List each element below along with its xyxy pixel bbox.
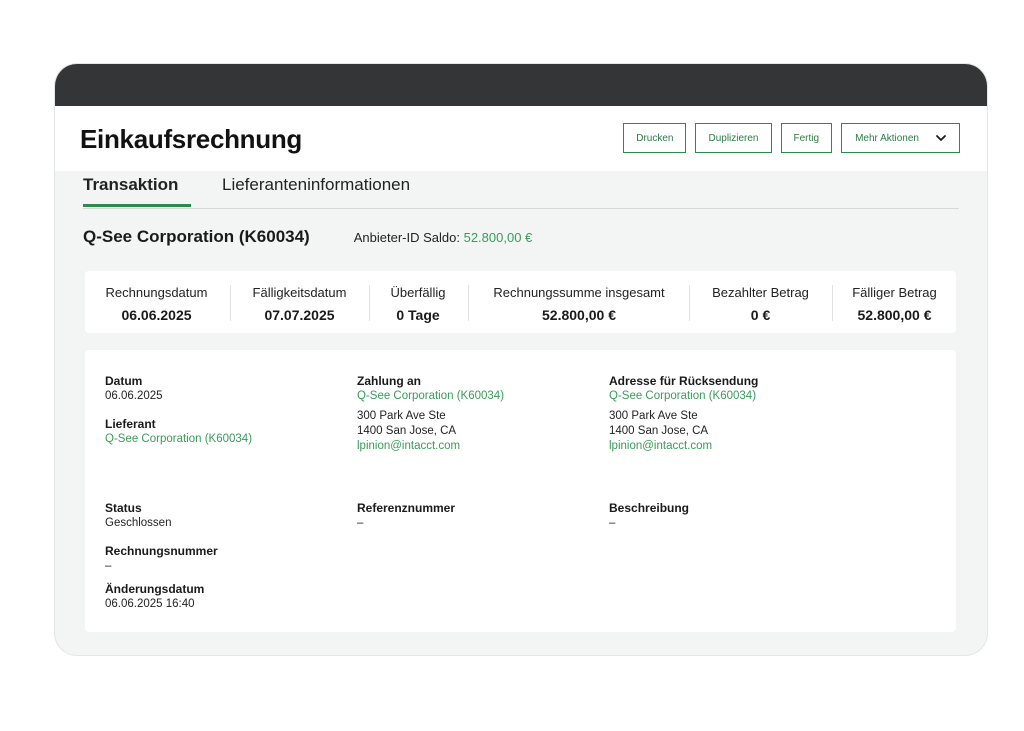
window-titlebar: [55, 64, 987, 106]
field-label: Beschreibung: [609, 501, 690, 515]
field-value: Geschlossen: [105, 517, 172, 529]
field-label: Lieferant: [105, 417, 156, 431]
vendor-name: Q-See Corporation (K60034): [83, 227, 310, 246]
field-label: Referenznummer: [357, 501, 456, 515]
action-toolbar: Drucken Duplizieren Fertig Mehr Aktionen: [623, 123, 960, 153]
summary-value: 0 €: [750, 307, 771, 323]
summary-value: 06.06.2025: [121, 307, 192, 323]
field-aenderungsdatum: Änderungsdatum 06.06.2025 16:40: [105, 582, 204, 612]
return-street: 300 Park Ave Ste: [609, 410, 698, 422]
field-value: 06.06.2025 16:40: [105, 598, 195, 610]
summary-value: 52.800,00 €: [857, 307, 932, 323]
vendor-balance: Anbieter-ID Saldo: 52.800,00 €: [354, 230, 533, 245]
field-ruecksendung: Adresse für Rücksendung Q-See Corporatio…: [609, 374, 758, 454]
summary-due-date: Fälligkeitsdatum 07.07.2025: [231, 271, 368, 333]
summary-paid: Bezahlter Betrag 0 €: [690, 271, 831, 333]
active-tab-indicator: [83, 204, 191, 207]
summary-value: 52.800,00 €: [542, 307, 616, 323]
payee-city: 1400 San Jose, CA: [357, 425, 457, 437]
summary-label: Fälligkeitsdatum: [252, 285, 347, 300]
return-city: 1400 San Jose, CA: [609, 425, 709, 437]
field-beschreibung: Beschreibung –: [609, 501, 689, 531]
field-label: Zahlung an: [357, 374, 421, 388]
summary-overdue: Überfällig 0 Tage: [370, 271, 466, 333]
field-zahlung-an: Zahlung an Q-See Corporation (K60034) 30…: [357, 374, 504, 454]
chevron-down-icon: [935, 132, 947, 144]
field-value: –: [609, 517, 616, 529]
return-address-link[interactable]: Q-See Corporation (K60034): [609, 389, 758, 404]
payee-email-link[interactable]: lpinion@intacct.com: [357, 439, 504, 454]
field-label: Adresse für Rücksendung: [609, 374, 759, 388]
invoice-details-card: Datum 06.06.2025 Lieferant Q-See Corpora…: [85, 350, 956, 632]
summary-label: Fälliger Betrag: [852, 285, 937, 300]
field-label: Datum: [105, 374, 143, 388]
more-actions-label: Mehr Aktionen: [855, 132, 919, 144]
summary-value: 0 Tage: [396, 307, 440, 323]
page-title: Einkaufsrechnung: [80, 124, 303, 154]
app-window: Einkaufsrechnung Drucken Duplizieren Fer…: [55, 64, 987, 655]
summary-label: Bezahlter Betrag: [712, 285, 809, 300]
summary-label: Rechnungssumme insgesamt: [493, 285, 665, 300]
vendor-summary: Q-See Corporation (K60034) Anbieter-ID S…: [83, 227, 532, 247]
field-datum: Datum 06.06.2025: [105, 374, 163, 404]
field-referenznummer: Referenznummer –: [357, 501, 455, 531]
field-label: Änderungsdatum: [105, 582, 205, 596]
summary-label: Rechnungsdatum: [105, 285, 208, 300]
summary-invoice-date: Rechnungsdatum 06.06.2025: [85, 271, 228, 333]
summary-label: Überfällig: [390, 285, 446, 300]
field-lieferant: Lieferant Q-See Corporation (K60034): [105, 417, 252, 447]
tab-lieferanteninformationen[interactable]: Lieferanteninformationen: [222, 175, 410, 195]
print-button[interactable]: Drucken: [623, 123, 687, 153]
tab-bar: Transaktion Lieferanteninformationen: [83, 171, 959, 209]
duplicate-button[interactable]: Duplizieren: [695, 123, 772, 153]
vendor-balance-label: Anbieter-ID Saldo:: [353, 230, 460, 245]
summary-due-amount: Fälliger Betrag 52.800,00 €: [833, 271, 956, 333]
summary-total: Rechnungssumme insgesamt 52.800,00 €: [469, 271, 689, 333]
more-actions-button[interactable]: Mehr Aktionen: [841, 123, 960, 153]
vendor-balance-value: 52.800,00 €: [463, 230, 533, 245]
field-value: –: [105, 560, 112, 572]
field-status: Status Geschlossen: [105, 501, 171, 531]
page-header: Einkaufsrechnung Drucken Duplizieren Fer…: [55, 106, 987, 171]
summary-value: 07.07.2025: [264, 307, 335, 323]
payee-street: 300 Park Ave Ste: [357, 410, 446, 422]
field-label: Rechnungsnummer: [105, 544, 218, 558]
field-value: 06.06.2025: [105, 390, 163, 402]
tab-transaktion[interactable]: Transaktion: [83, 175, 178, 195]
field-label: Status: [105, 501, 142, 515]
vendor-link[interactable]: Q-See Corporation (K60034): [105, 432, 252, 447]
invoice-summary-card: Rechnungsdatum 06.06.2025 Fälligkeitsdat…: [85, 271, 956, 333]
return-email-link[interactable]: lpinion@intacct.com: [609, 439, 758, 454]
field-rechnungsnummer: Rechnungsnummer –: [105, 544, 218, 574]
done-button[interactable]: Fertig: [780, 123, 833, 153]
payee-link[interactable]: Q-See Corporation (K60034): [357, 389, 504, 404]
field-value: –: [357, 517, 364, 529]
